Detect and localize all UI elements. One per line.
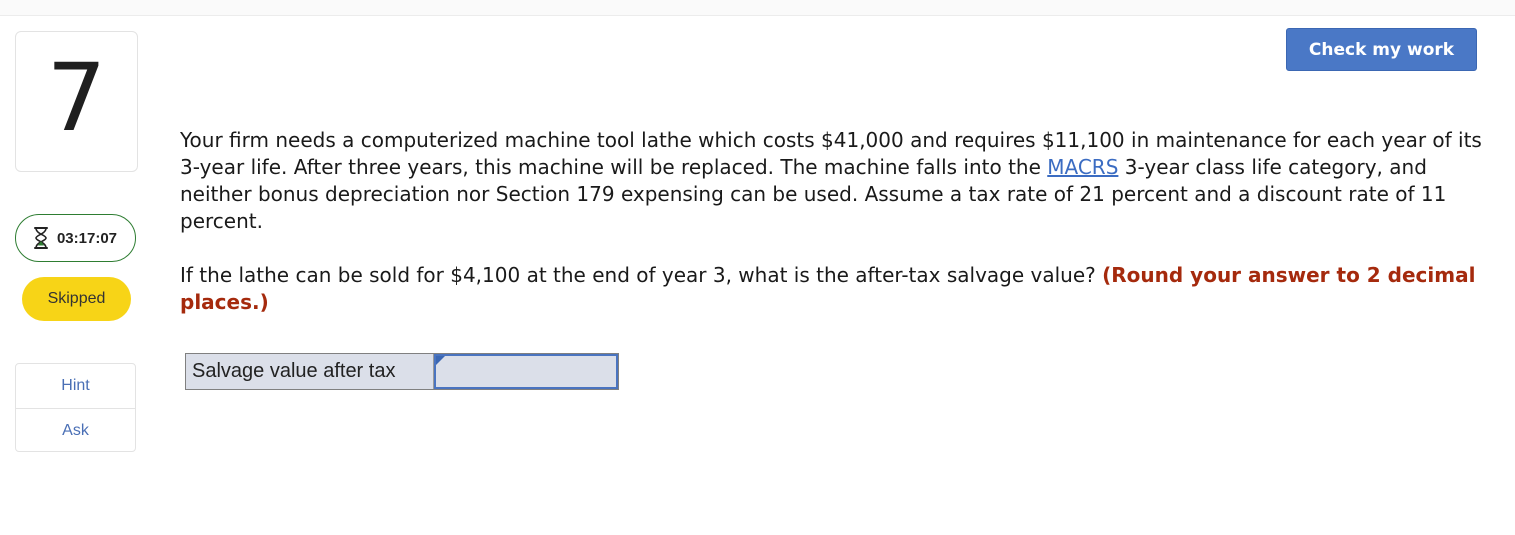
status-badge: Skipped [22,277,131,321]
top-bar [0,0,1515,16]
timer-badge: 03:17:07 [15,214,136,262]
question-paragraph: Your firm needs a computerized machine t… [180,127,1492,235]
answer-cell [434,354,618,389]
macrs-link[interactable]: MACRS [1047,155,1118,179]
question-prompt: If the lathe can be sold for $4,100 at t… [180,262,1492,316]
answer-label: Salvage value after tax [186,354,434,389]
ask-button[interactable]: Ask [16,408,135,453]
prompt-text: If the lathe can be sold for $4,100 at t… [180,263,1103,287]
question-text: Your firm needs a computerized machine t… [180,127,1492,316]
salvage-value-input[interactable] [436,356,616,387]
question-number: 7 [46,43,107,153]
answer-table: Salvage value after tax [185,353,619,390]
hint-button[interactable]: Hint [16,364,135,408]
question-number-card: 7 [15,31,138,172]
cell-corner-marker [436,356,445,365]
hourglass-icon [33,227,48,249]
timer-text: 03:17:07 [56,229,118,247]
help-panel: Hint Ask [15,363,136,452]
check-my-work-button[interactable]: Check my work [1286,28,1477,71]
